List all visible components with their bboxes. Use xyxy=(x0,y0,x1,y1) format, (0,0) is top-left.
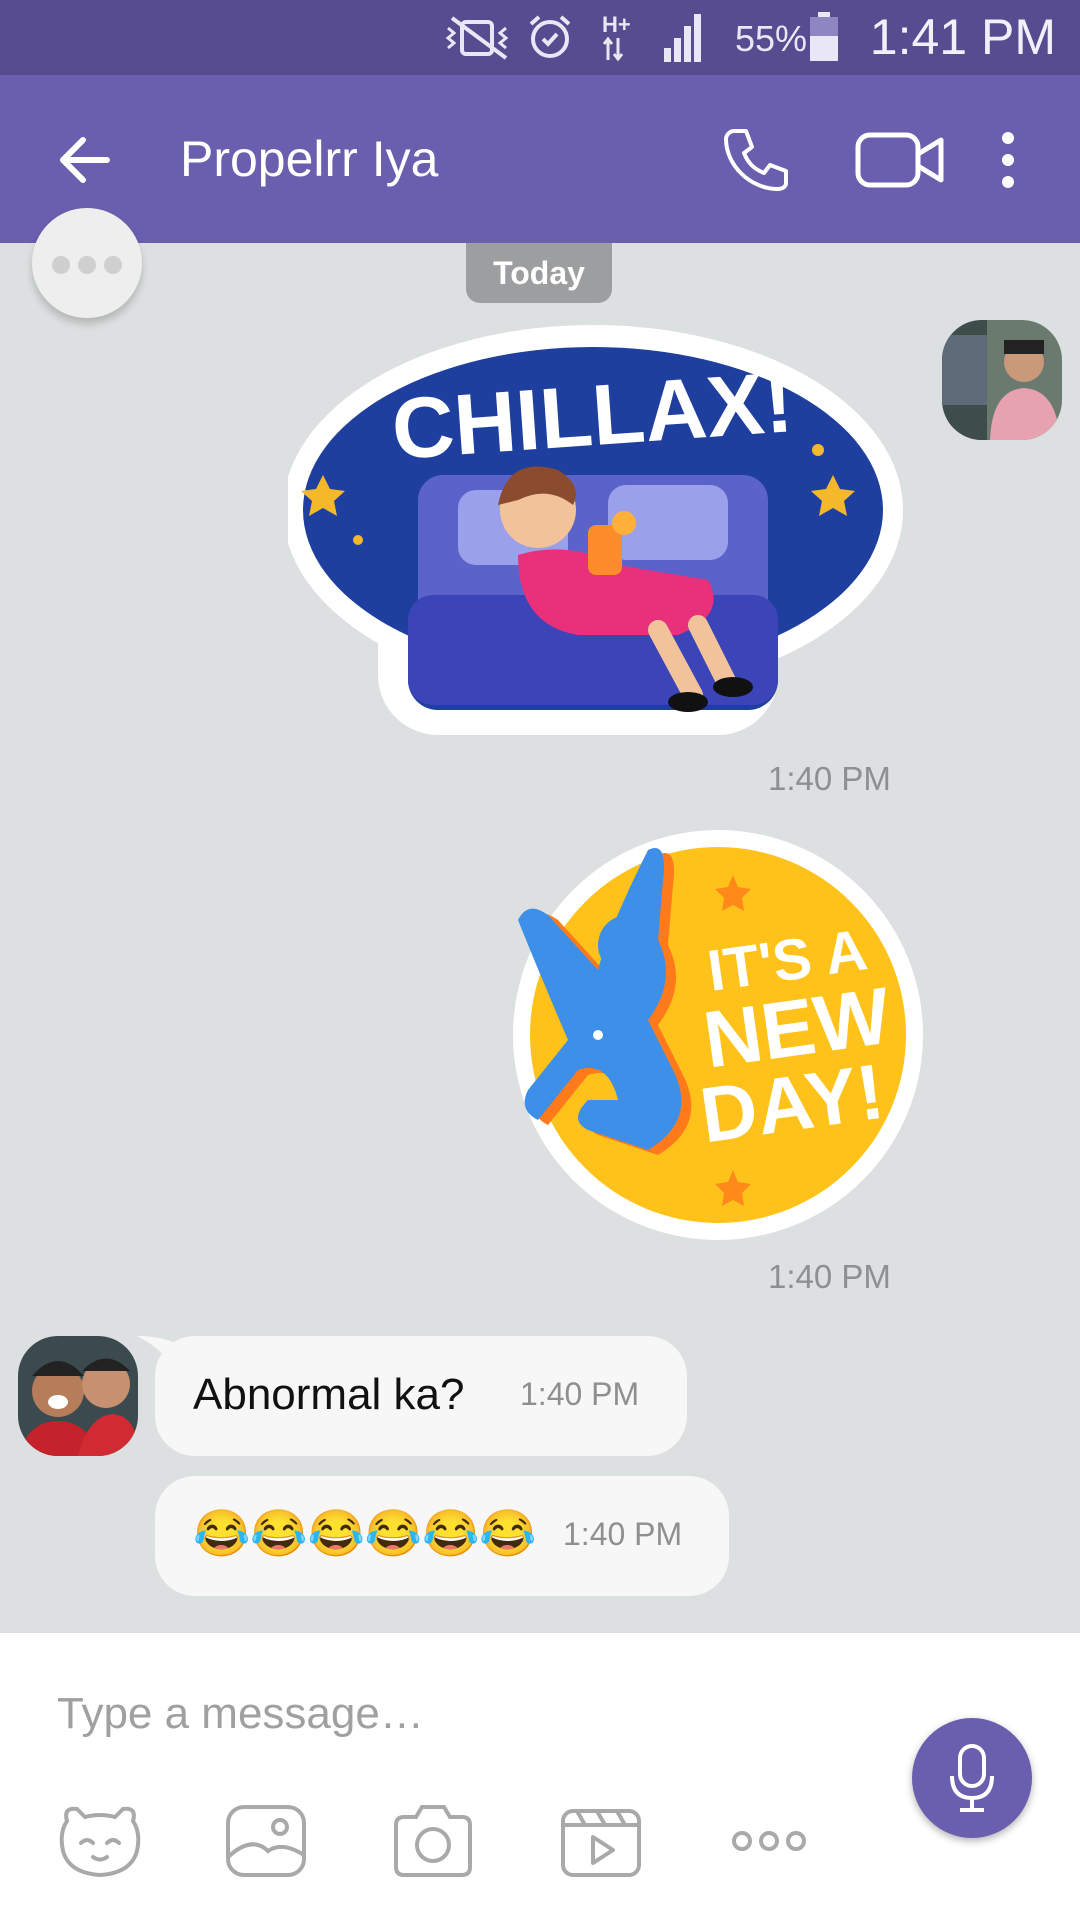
incoming-message-bubble[interactable]: 😂😂😂😂😂😂 1:40 PM xyxy=(155,1476,729,1596)
battery-icon xyxy=(810,12,838,61)
sticker-chillax[interactable]: CHILLAX! xyxy=(288,325,908,745)
back-arrow-icon[interactable] xyxy=(55,130,115,190)
bubble-tail xyxy=(137,1336,177,1376)
message-time: 1:40 PM xyxy=(563,1516,683,1552)
chat-area[interactable]: Today CHILLAX! 1:40 PM IT'S A NEW DAY! 1… xyxy=(0,208,1080,1633)
video-call-icon[interactable] xyxy=(855,130,945,190)
gif-video-icon[interactable] xyxy=(557,1801,647,1881)
battery-percentage: 55% xyxy=(735,18,808,59)
contact-avatar[interactable] xyxy=(18,1336,138,1456)
alarm-icon xyxy=(529,15,571,58)
app-bar: Propelrr Iya xyxy=(0,75,1080,243)
sticker-new-day[interactable]: IT'S A NEW DAY! xyxy=(508,825,928,1245)
more-vert-icon[interactable] xyxy=(996,130,1020,190)
message-time: 1:40 PM xyxy=(768,1258,891,1295)
date-separator: Today xyxy=(466,243,612,303)
incoming-message-bubble[interactable]: Abnormal ka? 1:40 PM xyxy=(137,1336,687,1456)
message-composer xyxy=(0,1633,1080,1920)
mic-icon xyxy=(950,1744,994,1812)
sticker-icon[interactable] xyxy=(55,1801,145,1881)
gallery-icon[interactable] xyxy=(222,1801,312,1881)
conversation-title[interactable]: Propelrr Iya xyxy=(180,130,438,188)
signal-icon: H+ xyxy=(602,12,701,62)
status-bar: H+ 55% 1:41 PM xyxy=(0,0,1080,75)
more-horiz-icon[interactable] xyxy=(724,1801,814,1881)
my-avatar[interactable] xyxy=(942,320,1062,440)
typing-indicator xyxy=(32,208,142,318)
vibrate-mute-icon xyxy=(445,16,509,60)
message-input[interactable] xyxy=(55,1688,859,1740)
message-text: Abnormal ka? xyxy=(193,1370,465,1419)
camera-icon[interactable] xyxy=(388,1801,478,1881)
message-text: 😂😂😂😂😂😂 xyxy=(193,1507,537,1559)
status-time: 1:41 PM xyxy=(869,9,1056,65)
message-time: 1:40 PM xyxy=(520,1376,640,1412)
phone-icon[interactable] xyxy=(720,125,790,195)
voice-message-button[interactable] xyxy=(912,1718,1032,1838)
svg-text:H+: H+ xyxy=(602,12,631,37)
message-time: 1:40 PM xyxy=(768,760,891,797)
